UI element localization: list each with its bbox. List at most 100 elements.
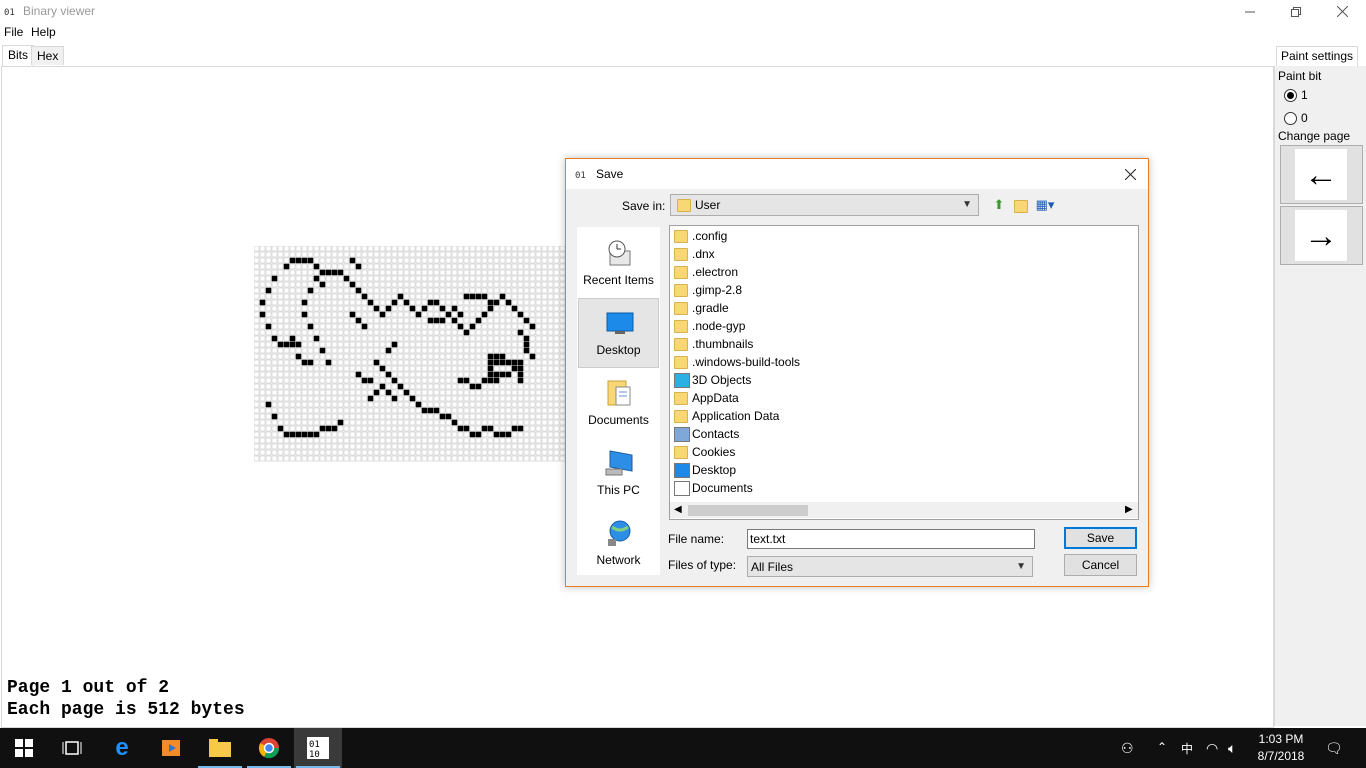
bit-cell[interactable] <box>439 269 446 276</box>
bit-cell[interactable] <box>295 389 302 396</box>
bit-cell[interactable] <box>523 287 530 294</box>
bit-cell[interactable] <box>493 449 500 456</box>
bit-cell[interactable] <box>307 317 314 324</box>
bit-cell[interactable] <box>343 287 350 294</box>
bit-cell[interactable] <box>343 257 350 264</box>
bit-cell[interactable] <box>331 251 338 258</box>
bit-cell[interactable] <box>259 311 266 318</box>
bit-cell[interactable] <box>331 347 338 354</box>
bit-cell[interactable] <box>289 365 296 372</box>
bit-cell[interactable] <box>259 377 266 384</box>
bit-cell[interactable] <box>481 269 488 276</box>
bit-cell[interactable] <box>553 347 560 354</box>
bit-cell[interactable] <box>481 365 488 372</box>
bit-cell[interactable] <box>325 281 332 288</box>
bit-cell[interactable] <box>254 377 260 384</box>
bit-cell[interactable] <box>373 275 380 282</box>
bit-cell[interactable] <box>289 329 296 336</box>
bit-cell[interactable] <box>403 293 410 300</box>
bit-cell[interactable] <box>373 251 380 258</box>
bit-cell[interactable] <box>529 293 536 300</box>
bit-cell[interactable] <box>361 407 368 414</box>
bit-cell[interactable] <box>493 407 500 414</box>
bit-cell[interactable] <box>277 455 284 462</box>
bit-cell[interactable] <box>379 353 386 360</box>
bit-cell[interactable] <box>427 335 434 342</box>
bit-cell[interactable] <box>505 425 512 432</box>
bit-cell[interactable] <box>373 395 380 402</box>
bit-cell[interactable] <box>433 455 440 462</box>
bit-cell[interactable] <box>289 395 296 402</box>
bit-cell[interactable] <box>385 335 392 342</box>
bit-cell[interactable] <box>451 323 458 330</box>
bit-cell[interactable] <box>277 437 284 444</box>
bit-cell[interactable] <box>349 449 356 456</box>
bit-cell[interactable] <box>319 311 326 318</box>
bit-cell[interactable] <box>403 431 410 438</box>
bit-cell[interactable] <box>535 449 542 456</box>
bit-cell[interactable] <box>254 413 260 420</box>
bit-cell[interactable] <box>445 449 452 456</box>
bit-cell[interactable] <box>349 359 356 366</box>
bit-cell[interactable] <box>463 365 470 372</box>
bit-cell[interactable] <box>289 455 296 462</box>
bit-cell[interactable] <box>535 359 542 366</box>
bit-cell[interactable] <box>499 389 506 396</box>
bit-cell[interactable] <box>385 383 392 390</box>
bit-cell[interactable] <box>325 455 332 462</box>
bit-cell[interactable] <box>259 401 266 408</box>
bit-cell[interactable] <box>391 389 398 396</box>
bit-cell[interactable] <box>397 353 404 360</box>
bit-cell[interactable] <box>493 431 500 438</box>
bit-cell[interactable] <box>349 389 356 396</box>
bit-cell[interactable] <box>337 305 344 312</box>
bit-cell[interactable] <box>397 407 404 414</box>
bit-cell[interactable] <box>265 335 272 342</box>
bit-cell[interactable] <box>499 347 506 354</box>
bit-cell[interactable] <box>277 305 284 312</box>
bit-cell[interactable] <box>475 383 482 390</box>
bit-cell[interactable] <box>541 305 548 312</box>
bit-cell[interactable] <box>505 287 512 294</box>
bit-cell[interactable] <box>445 377 452 384</box>
bit-cell[interactable] <box>355 269 362 276</box>
bit-cell[interactable] <box>403 323 410 330</box>
bit-cell[interactable] <box>511 246 518 252</box>
bit-cell[interactable] <box>331 383 338 390</box>
bit-cell[interactable] <box>337 341 344 348</box>
bit-cell[interactable] <box>529 281 536 288</box>
bit-cell[interactable] <box>523 431 530 438</box>
bit-cell[interactable] <box>475 317 482 324</box>
bit-cell[interactable] <box>403 246 410 252</box>
bit-cell[interactable] <box>295 287 302 294</box>
bit-cell[interactable] <box>553 401 560 408</box>
bit-cell[interactable] <box>547 305 554 312</box>
bit-cell[interactable] <box>259 419 266 426</box>
bit-cell[interactable] <box>373 401 380 408</box>
bit-cell[interactable] <box>457 365 464 372</box>
bit-cell[interactable] <box>301 413 308 420</box>
bit-cell[interactable] <box>415 341 422 348</box>
bit-cell[interactable] <box>301 449 308 456</box>
bit-cell[interactable] <box>475 323 482 330</box>
bit-cell[interactable] <box>361 329 368 336</box>
bit-cell[interactable] <box>355 263 362 270</box>
bit-cell[interactable] <box>439 353 446 360</box>
bit-cell[interactable] <box>457 407 464 414</box>
bit-cell[interactable] <box>379 377 386 384</box>
bit-cell[interactable] <box>475 419 482 426</box>
bit-cell[interactable] <box>547 425 554 432</box>
bit-cell[interactable] <box>517 437 524 444</box>
bit-cell[interactable] <box>553 251 560 258</box>
bit-cell[interactable] <box>277 407 284 414</box>
bit-cell[interactable] <box>385 281 392 288</box>
bit-cell[interactable] <box>403 269 410 276</box>
bit-cell[interactable] <box>379 413 386 420</box>
bit-cell[interactable] <box>433 365 440 372</box>
bit-cell[interactable] <box>403 389 410 396</box>
bit-cell[interactable] <box>553 365 560 372</box>
bit-cell[interactable] <box>337 317 344 324</box>
bit-cell[interactable] <box>439 455 446 462</box>
bit-cell[interactable] <box>421 377 428 384</box>
bit-cell[interactable] <box>337 359 344 366</box>
